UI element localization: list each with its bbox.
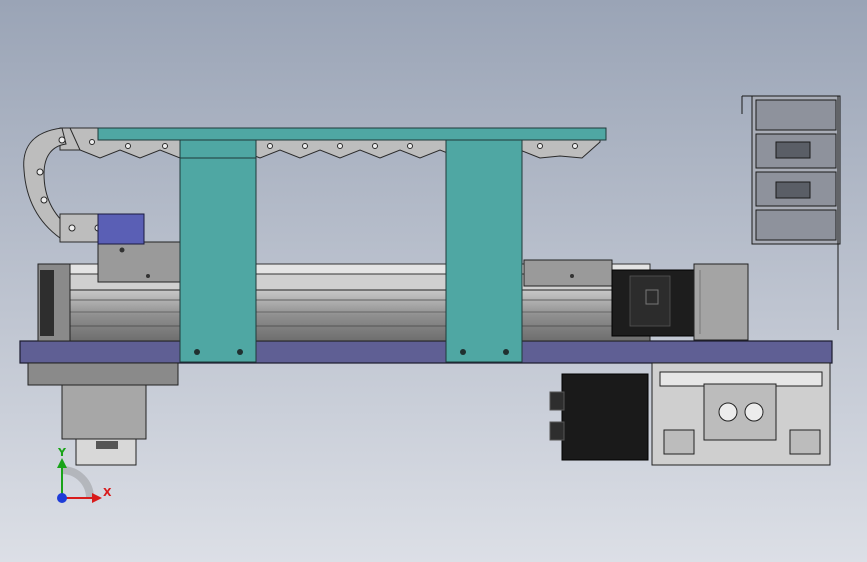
teal-upright-right[interactable] xyxy=(445,139,523,363)
aluminum-profile-section[interactable] xyxy=(651,362,831,466)
base-plate[interactable] xyxy=(19,340,833,364)
x-axis-label: X xyxy=(103,486,112,499)
y-axis-label: Y xyxy=(58,446,66,459)
right-carriage[interactable] xyxy=(523,259,613,287)
bottom-right-motor[interactable] xyxy=(549,373,649,461)
teal-top-beam[interactable] xyxy=(97,127,607,141)
servo-motor-right[interactable] xyxy=(611,263,749,341)
cad-viewport[interactable]: X Y xyxy=(0,0,867,562)
teal-upright-left[interactable] xyxy=(179,139,257,363)
origin-dot xyxy=(57,493,67,503)
